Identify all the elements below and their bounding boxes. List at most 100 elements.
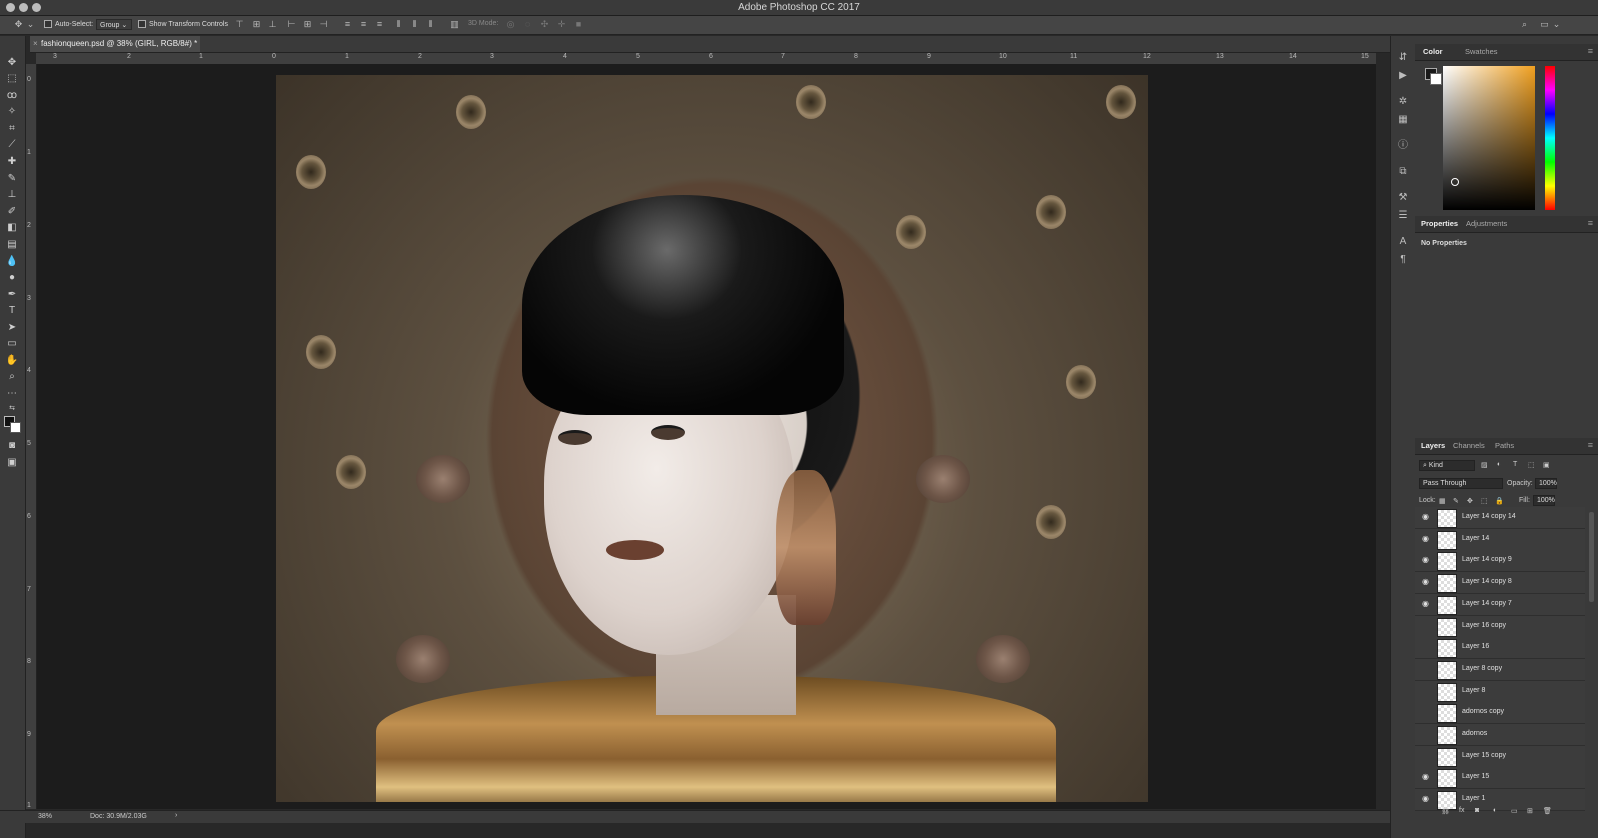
distribute-hcenter-icon[interactable]: ⫴ <box>410 20 419 29</box>
filter-adjustment-icon[interactable]: ◐ <box>1497 461 1501 468</box>
document-canvas[interactable] <box>37 64 1376 809</box>
layer-row[interactable]: Layer 8 copy <box>1415 658 1585 681</box>
tab-adjustments[interactable]: Adjustments <box>1466 219 1507 228</box>
tab-swatches[interactable]: Swatches <box>1465 47 1498 56</box>
layer-filter-dropdown[interactable]: ⌕ Kind <box>1419 460 1475 471</box>
show-transform-checkbox[interactable]: Show Transform Controls <box>138 20 228 28</box>
type-tool-icon[interactable]: T <box>5 304 19 317</box>
layer-visibility-eye-icon[interactable]: ◉ <box>1421 794 1430 803</box>
layer-row[interactable]: Layer 16 copy <box>1415 615 1585 638</box>
brush-tool-icon[interactable]: ✎ <box>5 172 19 185</box>
pen-tool-icon[interactable]: ✒ <box>5 288 19 301</box>
layer-visibility-eye-icon[interactable]: ◉ <box>1421 772 1430 781</box>
new-group-icon[interactable]: ▭ <box>1511 807 1518 815</box>
crop-tool-icon[interactable]: ⌗ <box>5 122 19 135</box>
new-adjustment-icon[interactable]: ◐ <box>1493 807 1497 814</box>
lock-position-icon[interactable]: ✥ <box>1467 497 1473 505</box>
layer-visibility-eye-icon[interactable]: ◉ <box>1421 555 1430 564</box>
layer-row[interactable]: Layer 15 copy <box>1415 745 1585 768</box>
auto-select-dropdown[interactable]: Group ⌄ <box>96 19 132 30</box>
panel-menu-icon[interactable]: ≡ <box>1588 46 1593 56</box>
background-color-swatch[interactable] <box>10 422 21 433</box>
properties-sliders-icon[interactable]: ☰ <box>1397 210 1409 222</box>
align-right-icon[interactable]: ⊣ <box>319 20 328 29</box>
status-menu-arrow-icon[interactable]: › <box>175 812 177 819</box>
distribute-right-icon[interactable]: ⫴ <box>426 20 435 29</box>
eraser-tool-icon[interactable]: ◧ <box>5 221 19 234</box>
tab-layers[interactable]: Layers <box>1421 441 1445 450</box>
layer-visibility-eye-icon[interactable]: ◉ <box>1421 599 1430 608</box>
dodge-tool-icon[interactable]: ● <box>5 271 19 284</box>
character-panel-icon[interactable]: A <box>1397 236 1409 248</box>
layer-row[interactable]: adornos copy <box>1415 702 1585 725</box>
layer-row[interactable]: ◉ Layer 14 copy 7 <box>1415 593 1585 616</box>
tool-presets-icon[interactable]: ⚒ <box>1397 192 1409 204</box>
clone-source-icon[interactable]: ⧉ <box>1397 166 1409 178</box>
layer-visibility-eye-icon[interactable]: ◉ <box>1421 512 1430 521</box>
layer-visibility-eye-icon[interactable]: ◉ <box>1421 577 1430 586</box>
lock-pixels-icon[interactable]: ✎ <box>1453 497 1459 505</box>
blend-mode-dropdown[interactable]: Pass Through <box>1419 478 1503 489</box>
layer-style-icon[interactable]: fx <box>1459 807 1464 814</box>
3d-scale-icon[interactable]: ■ <box>574 20 583 29</box>
new-layer-icon[interactable]: ⊞ <box>1527 807 1533 815</box>
layer-visibility-eye-icon[interactable] <box>1421 751 1430 760</box>
hand-tool-icon[interactable]: ✋ <box>5 354 19 367</box>
quick-mask-icon[interactable]: ◙ <box>5 439 19 452</box>
workspace-icon[interactable]: ▭ <box>1540 20 1549 29</box>
more-tools-icon[interactable]: ⋯ <box>5 387 19 400</box>
tool-preset-chevron-icon[interactable]: ⌄ <box>26 20 35 29</box>
layer-visibility-eye-icon[interactable] <box>1421 707 1430 716</box>
zoom-tool-icon[interactable]: ⌕ <box>5 370 19 383</box>
layer-row[interactable]: ◉ Layer 14 copy 9 <box>1415 550 1585 573</box>
3d-roll-icon[interactable]: ◌ <box>523 20 532 29</box>
layer-row[interactable]: ◉ Layer 14 copy 14 <box>1415 507 1585 529</box>
auto-select-checkbox[interactable]: Auto-Select: <box>44 20 93 28</box>
distribute-bottom-icon[interactable]: ≡ <box>375 20 384 29</box>
panel-menu-icon[interactable]: ≡ <box>1588 218 1593 228</box>
history-panel-icon[interactable]: ⇵ <box>1397 52 1409 64</box>
layers-scrollbar[interactable] <box>1589 512 1594 602</box>
path-selection-tool-icon[interactable]: ➤ <box>5 321 19 334</box>
link-layers-icon[interactable]: ⛓ <box>1441 807 1450 815</box>
panel-menu-icon[interactable]: ≡ <box>1588 440 1593 450</box>
move-tool-icon[interactable]: ✥ <box>14 20 23 29</box>
align-top-icon[interactable]: ⊤ <box>235 20 244 29</box>
blur-tool-icon[interactable]: 💧 <box>5 255 19 268</box>
3d-pan-icon[interactable]: ✣ <box>540 20 549 29</box>
add-mask-icon[interactable]: ◙ <box>1475 807 1479 814</box>
tab-channels[interactable]: Channels <box>1453 441 1485 450</box>
info-panel-icon[interactable]: ⓘ <box>1397 140 1409 152</box>
paragraph-panel-icon[interactable]: ¶ <box>1397 254 1409 266</box>
opacity-field[interactable]: 100% <box>1535 478 1557 489</box>
screen-mode-icon[interactable]: ▣ <box>5 456 19 469</box>
layer-row[interactable]: ◉ Layer 15 <box>1415 767 1585 790</box>
layer-visibility-eye-icon[interactable] <box>1421 664 1430 673</box>
document-tab[interactable]: × fashionqueen.psd @ 38% (GIRL, RGB/8#) … <box>30 36 200 52</box>
adjustments-panel-icon[interactable]: ✲ <box>1397 96 1409 108</box>
distribute-left-icon[interactable]: ⫴ <box>394 20 403 29</box>
tab-properties[interactable]: Properties <box>1421 219 1458 228</box>
background-color-swatch[interactable] <box>1430 73 1442 85</box>
search-icon[interactable]: ⌕ <box>1520 20 1529 29</box>
tab-color[interactable]: Color <box>1423 47 1443 56</box>
artwork-image[interactable] <box>276 75 1148 802</box>
lock-transparent-icon[interactable]: ▦ <box>1439 497 1446 505</box>
lock-all-icon[interactable]: 🔒 <box>1495 497 1504 505</box>
gradient-tool-icon[interactable]: ▤ <box>5 238 19 251</box>
layer-visibility-eye-icon[interactable] <box>1421 729 1430 738</box>
marquee-tool-icon[interactable]: ⬚ <box>5 72 19 85</box>
layer-row[interactable]: ◉ Layer 14 <box>1415 528 1585 551</box>
filter-pixel-icon[interactable]: ▨ <box>1481 461 1488 469</box>
brush-presets-icon[interactable]: ▦ <box>1397 114 1409 126</box>
filter-type-icon[interactable]: T <box>1513 461 1517 468</box>
clone-stamp-tool-icon[interactable]: ⊥ <box>5 188 19 201</box>
layer-visibility-eye-icon[interactable] <box>1421 642 1430 651</box>
distribute-vcenter-icon[interactable]: ≡ <box>359 20 368 29</box>
color-picker-cursor[interactable] <box>1451 178 1459 186</box>
magic-wand-tool-icon[interactable]: ✧ <box>5 105 19 118</box>
distribute-top-icon[interactable]: ≡ <box>343 20 352 29</box>
hue-slider[interactable] <box>1545 66 1555 210</box>
rectangle-tool-icon[interactable]: ▭ <box>5 337 19 350</box>
3d-orbit-icon[interactable]: ◎ <box>506 20 515 29</box>
